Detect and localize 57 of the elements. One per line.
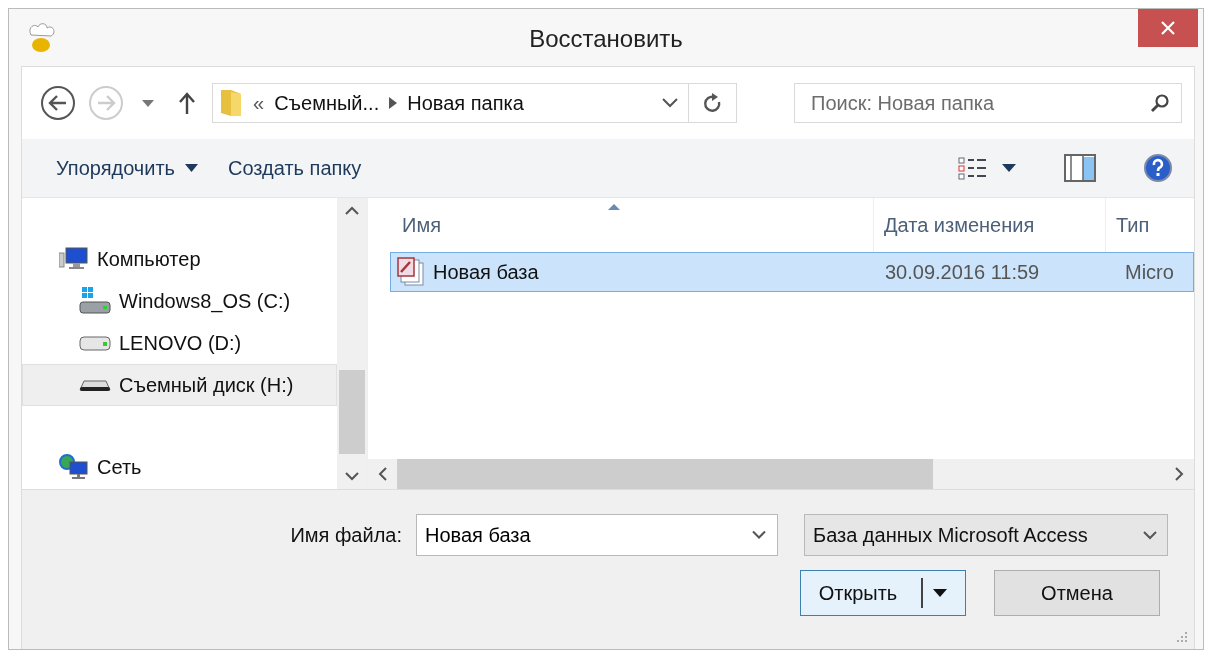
up-arrow-icon <box>178 92 196 114</box>
scrollbar-thumb[interactable] <box>339 370 365 454</box>
network-icon <box>59 454 89 480</box>
organize-button[interactable]: Упорядочить <box>52 150 202 186</box>
folder-icon <box>219 88 243 118</box>
chevron-down-icon <box>752 530 766 540</box>
window-title: Восстановить <box>529 25 683 53</box>
file-name-label: Имя файла: <box>290 523 402 547</box>
sort-arrow-icon <box>608 204 620 210</box>
resize-grip-icon <box>1176 631 1188 643</box>
caret-icon <box>1002 164 1016 172</box>
file-row[interactable]: Новая база 30.09.2016 11:59 Micro <box>390 252 1194 292</box>
breadcrumb[interactable]: Съемный... <box>274 91 380 115</box>
new-folder-button[interactable]: Создать папку <box>224 150 366 186</box>
close-icon <box>1160 20 1176 36</box>
chevron-right-icon[interactable] <box>389 97 398 109</box>
vertical-scrollbar[interactable] <box>337 198 367 489</box>
scroll-up-icon <box>345 206 359 215</box>
file-name-field[interactable]: Новая база <box>416 514 778 556</box>
close-button[interactable] <box>1138 9 1198 47</box>
overflow-chevron[interactable]: « <box>253 91 265 115</box>
breadcrumb[interactable]: Новая папка <box>407 91 524 115</box>
horizontal-scrollbar[interactable] <box>368 459 1194 489</box>
help-icon <box>1144 154 1172 182</box>
chevron-down-icon <box>1143 530 1157 540</box>
preview-pane-icon <box>1064 154 1096 182</box>
database-file-icon <box>397 257 425 287</box>
drive-icon <box>79 334 111 352</box>
caret-icon <box>142 99 154 107</box>
address-bar[interactable]: « Съемный... Новая папка <box>212 83 737 123</box>
date-cell-text: 30.09.2016 11:59 <box>884 260 1041 284</box>
back-button[interactable] <box>38 83 78 123</box>
chevron-down-icon[interactable] <box>662 98 678 108</box>
nav-item[interactable]: Съемный диск (H:) <box>22 364 337 406</box>
refresh-icon <box>702 92 723 114</box>
drive-icon <box>79 287 111 315</box>
scroll-left-icon <box>378 467 387 481</box>
details-view-icon <box>958 156 988 180</box>
scroll-down-icon <box>345 472 359 481</box>
column-header[interactable]: Тип <box>1106 198 1194 252</box>
cancel-button[interactable]: Отмена <box>994 570 1160 616</box>
nav-item[interactable]: LENOVO (D:) <box>22 322 337 364</box>
nav-item[interactable]: Windows8_OS (C:) <box>22 280 337 322</box>
open-button[interactable]: Открыть <box>800 570 966 616</box>
search-field[interactable]: Поиск: Новая папка <box>794 83 1182 123</box>
search-icon <box>1150 93 1170 113</box>
file-type-dropdown[interactable]: База данных Microsoft Access <box>804 514 1168 556</box>
scrollbar-thumb[interactable] <box>397 459 933 489</box>
nav-item[interactable]: Сеть <box>22 446 337 488</box>
type-cell-text: Micro <box>1124 260 1175 284</box>
computer-icon <box>59 247 89 271</box>
file-name: Новая база <box>433 260 539 284</box>
caret-icon <box>933 589 948 597</box>
nav-item[interactable]: Компьютер <box>22 238 337 280</box>
scroll-right-icon <box>1175 467 1184 481</box>
caret-icon <box>185 164 198 172</box>
removable-drive-icon <box>79 378 111 392</box>
